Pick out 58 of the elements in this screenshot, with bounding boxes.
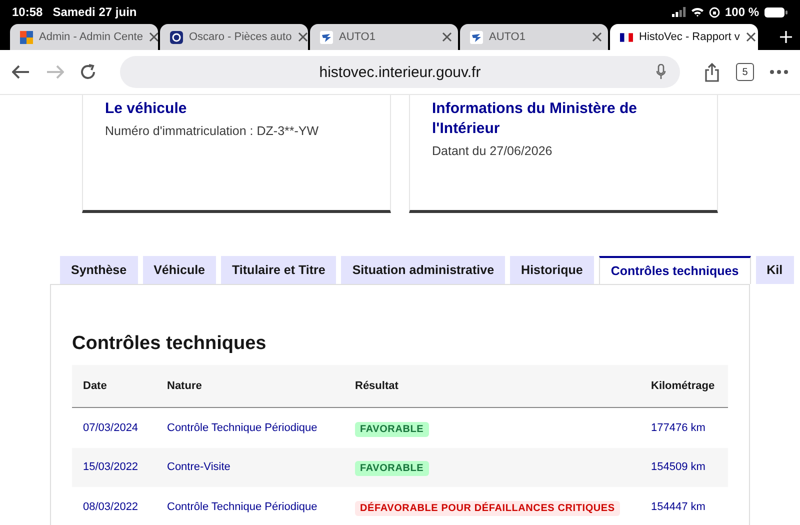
circle-logo-icon xyxy=(170,30,183,44)
table-cell-text: Contre-Visite xyxy=(166,461,232,474)
result-badge: FAVORABLE xyxy=(355,422,429,437)
report-tab[interactable]: Véhicule xyxy=(142,256,216,284)
address-field[interactable]: histovec.interieur.gouv.fr xyxy=(120,56,680,88)
wing-logo-icon xyxy=(470,30,483,44)
column-header: Date xyxy=(82,380,108,392)
column-header: Kilométrage xyxy=(650,380,716,392)
report-tab[interactable]: Synthèse xyxy=(60,256,138,284)
browser-tab[interactable]: AUTO1 xyxy=(460,24,608,50)
battery-icon xyxy=(764,6,788,18)
lock-rotation-icon xyxy=(708,6,720,18)
table-cell-text: 154447 km xyxy=(650,500,706,513)
status-date: Samedi 27 juin xyxy=(52,5,137,19)
table-cell-text: 15/03/2022 xyxy=(82,461,140,474)
battery-percent: 100 % xyxy=(724,5,759,19)
grid-logo-icon xyxy=(20,30,33,44)
tab-count-button[interactable]: 5 xyxy=(736,63,754,81)
report-tab[interactable]: Situation administrative xyxy=(341,256,506,284)
back-arrow-icon[interactable] xyxy=(12,65,30,79)
close-icon[interactable] xyxy=(746,32,756,42)
table-cell-text: 07/03/2024 xyxy=(82,422,140,434)
signal-icon xyxy=(672,7,686,17)
report-tab[interactable]: Titulaire et Titre xyxy=(221,256,336,284)
result-badge: DÉFAVORABLE POUR DÉFAILLANCES CRITIQUES xyxy=(355,500,620,516)
card-text: Numéro d'immatriculation : DZ-3**-YW xyxy=(105,124,320,138)
reload-icon[interactable] xyxy=(80,64,96,80)
table-cell-text: Contrôle Technique Périodique xyxy=(166,422,318,434)
report-tab[interactable]: Kil xyxy=(756,256,794,284)
report-tab[interactable]: Historique xyxy=(510,256,594,284)
browser-tab[interactable]: Oscaro - Pièces auto xyxy=(160,24,308,50)
wing-logo-icon xyxy=(320,30,333,44)
column-header: Résultat xyxy=(354,380,400,392)
new-tab-icon[interactable] xyxy=(780,31,792,43)
browser-tab[interactable]: HistoVec - Rapport v xyxy=(610,24,758,50)
table-cell-text: 177476 km xyxy=(650,422,706,434)
table-cell-text: 08/03/2022 xyxy=(82,500,140,513)
card-text: Datant du 27/06/2026 xyxy=(432,144,554,158)
close-icon[interactable] xyxy=(148,32,158,42)
report-tab[interactable]: Contrôles techniques xyxy=(598,256,751,284)
flag-icon xyxy=(620,32,633,42)
microphone-icon[interactable] xyxy=(656,64,666,80)
wifi-icon xyxy=(690,7,704,17)
section-heading: Contrôles techniques xyxy=(72,333,268,355)
table-cell-text: 154509 km xyxy=(650,461,706,474)
column-header: Nature xyxy=(166,380,203,392)
table-cell-text: Contrôle Technique Périodique xyxy=(166,500,318,513)
close-icon[interactable] xyxy=(592,32,602,42)
browser-tab[interactable]: AUTO1 xyxy=(310,24,458,50)
more-icon[interactable] xyxy=(770,70,788,74)
share-icon[interactable] xyxy=(704,62,720,82)
close-icon[interactable] xyxy=(442,32,452,42)
browser-tab[interactable]: Admin - Admin Cente xyxy=(10,24,158,50)
result-badge: FAVORABLE xyxy=(355,461,429,476)
close-icon[interactable] xyxy=(298,32,308,42)
card-title: Informations du Ministère de l'Intérieur xyxy=(432,99,638,139)
status-time: 10:58 xyxy=(12,5,43,19)
card-title: Le véhicule xyxy=(105,99,188,119)
